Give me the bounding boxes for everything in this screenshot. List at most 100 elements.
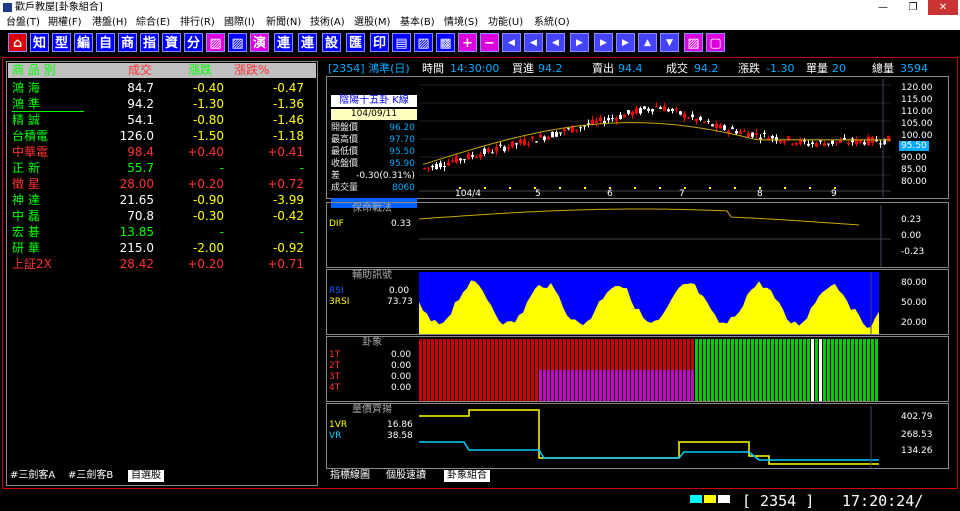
toolbar-button[interactable]: 自 [96,33,115,52]
candle-body [651,108,654,112]
next-page-icon[interactable]: ▶ [594,33,613,52]
toolbar-button[interactable]: 匯 [346,33,365,52]
quote-row[interactable]: 宏 碁 13.85 - - [12,224,312,240]
last-icon[interactable]: ▶ [616,33,635,52]
next-icon[interactable]: ▶ [570,33,589,52]
quote-row[interactable]: 精 誠 54.1 -0.80 -1.46 [12,112,312,128]
settings-icon[interactable]: ▨ [684,33,703,52]
quote-row[interactable]: 鴻 準 94.2 -1.30 -1.36 [12,96,312,112]
candle-body [691,114,694,118]
toolbar-button[interactable]: 商 [118,33,137,52]
menu-item[interactable]: 選股(M) [354,15,390,30]
grid-icon[interactable]: ▤ [392,33,411,52]
quote-pct: -0.47 [272,81,304,95]
quote-pct: - [299,225,304,239]
candle-body [699,117,702,121]
print-icon[interactable]: 印 [370,33,389,52]
gua-bar [759,339,762,401]
toolbar-button[interactable]: 連 [274,33,293,52]
vr-label: VR [329,431,342,441]
toolbar-button[interactable]: 編 [74,33,93,52]
chart-icon[interactable]: ▨ [206,33,225,52]
menu-item[interactable]: 期權(F) [48,15,82,30]
zoom-out-icon[interactable]: − [480,33,499,52]
toolbar-button[interactable]: 演 [250,33,269,52]
quote-row[interactable]: 神 達 21.65 -0.90 -3.99 [12,192,312,208]
menu-item[interactable]: 技術(A) [310,15,345,30]
y-tick: 110.00 [901,107,933,117]
kline-chart[interactable] [419,79,891,197]
down-icon[interactable]: ▼ [660,33,679,52]
toolbar-button[interactable]: 資 [162,33,181,52]
menu-item[interactable]: 功能(U) [488,15,523,30]
quote-row[interactable]: 鴻 海 84.7 -0.40 -0.47 [12,80,312,96]
toolbar-button[interactable]: 型 [52,33,71,52]
gua-bar [563,370,566,401]
menu-item[interactable]: 基本(B) [400,15,435,30]
menu-item[interactable]: 排行(R) [180,15,215,30]
toolbar-button[interactable]: 設 [322,33,341,52]
menu-item[interactable]: 系統(O) [534,15,570,30]
quote-row[interactable]: 徵 星 28.00 +0.20 +0.72 [12,176,312,192]
tab-quick-read[interactable]: 個股速讀 [386,470,426,482]
quote-row[interactable]: 正 新 55.7 - - [12,160,312,176]
toolbar-button[interactable]: 連 [298,33,317,52]
chart-icon[interactable]: ▨ [228,33,247,52]
first-icon[interactable]: ◀ [502,33,521,52]
gua-bar [727,339,730,401]
candle-body [531,136,534,139]
gua-chart[interactable] [419,339,879,401]
rsi-chart[interactable] [419,272,879,334]
home-icon[interactable]: ⌂ [8,33,27,52]
header-pct[interactable]: 漲跌% [234,63,269,78]
candle-body [675,108,678,110]
gua-bar [495,339,498,401]
grid-icon[interactable]: ▩ [436,33,455,52]
minimize-button[interactable]: — [868,0,898,15]
prev-page-icon[interactable]: ◀ [524,33,543,52]
tab-group-b[interactable]: #三劍客B [68,470,113,482]
prev-icon[interactable]: ◀ [546,33,565,52]
menu-item[interactable]: 情境(S) [444,15,478,30]
zoom-in-icon[interactable]: + [458,33,477,52]
candle-body [771,136,774,139]
gua-bar [607,370,610,401]
quote-row[interactable]: 中 磊 70.8 -0.30 -0.42 [12,208,312,224]
toolbar-button[interactable]: 指 [140,33,159,52]
tab-group-a[interactable]: #三劍客A [10,470,55,482]
window-icon[interactable]: ▢ [706,33,725,52]
menu-item[interactable]: 台盤(T) [6,15,40,30]
quote-row[interactable]: 中華電 98.4 +0.40 +0.41 [12,144,312,160]
gua-bar [807,339,810,401]
quote-row[interactable]: 台積電 126.0 -1.50 -1.18 [12,128,312,144]
dif-chart[interactable] [419,205,891,267]
menu-item[interactable]: 綜合(E) [136,15,170,30]
close-button[interactable]: ✕ [928,0,958,15]
tab-gua-combo[interactable]: 卦象組合 [444,470,490,482]
total-label: 總量 [872,62,894,75]
up-icon[interactable]: ▲ [638,33,657,52]
toolbar-button[interactable]: 知 [30,33,49,52]
panel-title: 卦象 [362,337,382,348]
gua-label: 3T [329,372,341,382]
menu-item[interactable]: 新聞(N) [266,15,301,30]
gua-bar [659,370,662,401]
lock-icon[interactable]: ▨ [414,33,433,52]
vr-chart[interactable] [419,406,879,468]
menu-item[interactable]: 港盤(H) [92,15,127,30]
tab-watchlist[interactable]: 自選股 [128,470,164,482]
quote-row[interactable]: 上証2X 28.42 +0.20 +0.71 [12,256,312,272]
toolbar-button[interactable]: 分 [184,33,203,52]
maximize-button[interactable]: ❐ [898,0,928,15]
candle-body [451,160,454,162]
header-name[interactable]: 商 品 別 [12,63,56,78]
header-change[interactable]: 漲跌 [188,63,212,78]
candle-body [591,119,594,124]
header-price[interactable]: 成交 [128,63,152,78]
gua-bar [575,370,578,401]
tab-indicator-chart[interactable]: 指標線圖 [330,470,370,482]
gua-bar [499,339,502,401]
menu-item[interactable]: 國際(I) [224,15,255,30]
quote-row[interactable]: 研 華 215.0 -2.00 -0.92 [12,240,312,256]
kline-panel: 陰陽十五卦 K線 104/09/11 開盤價 96.20 最高價 97.70 最低價… [326,76,949,208]
